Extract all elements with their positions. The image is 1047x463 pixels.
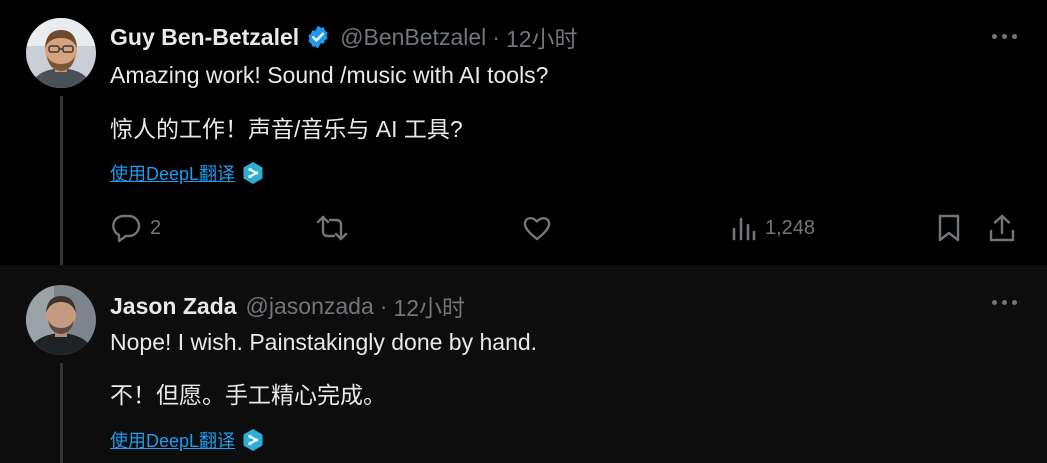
reply-button[interactable]: 2 [110, 213, 161, 243]
more-icon[interactable] [992, 34, 1017, 39]
more-icon[interactable] [992, 300, 1017, 305]
tweet-translation: 不！但愿。手工精心完成。 [110, 382, 386, 408]
separator: · [492, 23, 500, 50]
verified-badge-icon[interactable] [305, 24, 331, 50]
tweet-text: Amazing work! Sound /music with AI tools… [110, 62, 549, 88]
thread-line [60, 363, 63, 463]
tweet-actions: 2 1,248 [0, 205, 1047, 251]
share-icon [988, 213, 1016, 243]
deepl-icon [242, 428, 264, 452]
bookmark-icon [936, 213, 962, 243]
translate-link[interactable]: 使用DeepL翻译 [110, 427, 264, 453]
tweet: Jason Zada @jasonzada · 12小时 Nope! I wis… [0, 265, 1047, 463]
author-handle[interactable]: @BenBetzalel [340, 24, 486, 51]
timestamp[interactable]: 12小时 [506, 20, 578, 54]
retweet-icon [315, 214, 349, 242]
tweet-translation: 惊人的工作！声音/音乐与 AI 工具? [110, 116, 463, 142]
share-button[interactable] [988, 213, 1016, 243]
bookmark-button[interactable] [936, 213, 962, 243]
translate-link[interactable]: 使用DeepL翻译 [110, 160, 264, 186]
tweet-text: Nope! I wish. Painstakingly done by hand… [110, 329, 538, 355]
views-icon [731, 215, 757, 241]
view-count: 1,248 [765, 216, 816, 239]
like-button[interactable] [522, 214, 552, 242]
author-handle[interactable]: @jasonzada [246, 293, 374, 320]
timestamp[interactable]: 12小时 [393, 289, 465, 323]
avatar[interactable] [26, 18, 96, 88]
reply-icon [110, 213, 142, 243]
author-name[interactable]: Jason Zada [110, 293, 237, 320]
tweet: Guy Ben-Betzalel @BenBetzalel · 12小时 Ama… [0, 0, 1047, 265]
deepl-icon [242, 161, 264, 185]
like-icon [522, 214, 552, 242]
views-button[interactable]: 1,248 [731, 215, 815, 241]
reply-count: 2 [150, 216, 162, 239]
translate-link-label[interactable]: 使用DeepL翻译 [110, 427, 235, 453]
retweet-button[interactable] [315, 214, 349, 242]
tweet-header: Guy Ben-Betzalel @BenBetzalel · 12小时 [110, 20, 578, 54]
translate-link-label[interactable]: 使用DeepL翻译 [110, 160, 235, 186]
separator: · [379, 292, 388, 319]
avatar[interactable] [26, 285, 96, 355]
author-name[interactable]: Guy Ben-Betzalel [110, 24, 299, 51]
tweet-header: Jason Zada @jasonzada · 12小时 [110, 289, 465, 323]
